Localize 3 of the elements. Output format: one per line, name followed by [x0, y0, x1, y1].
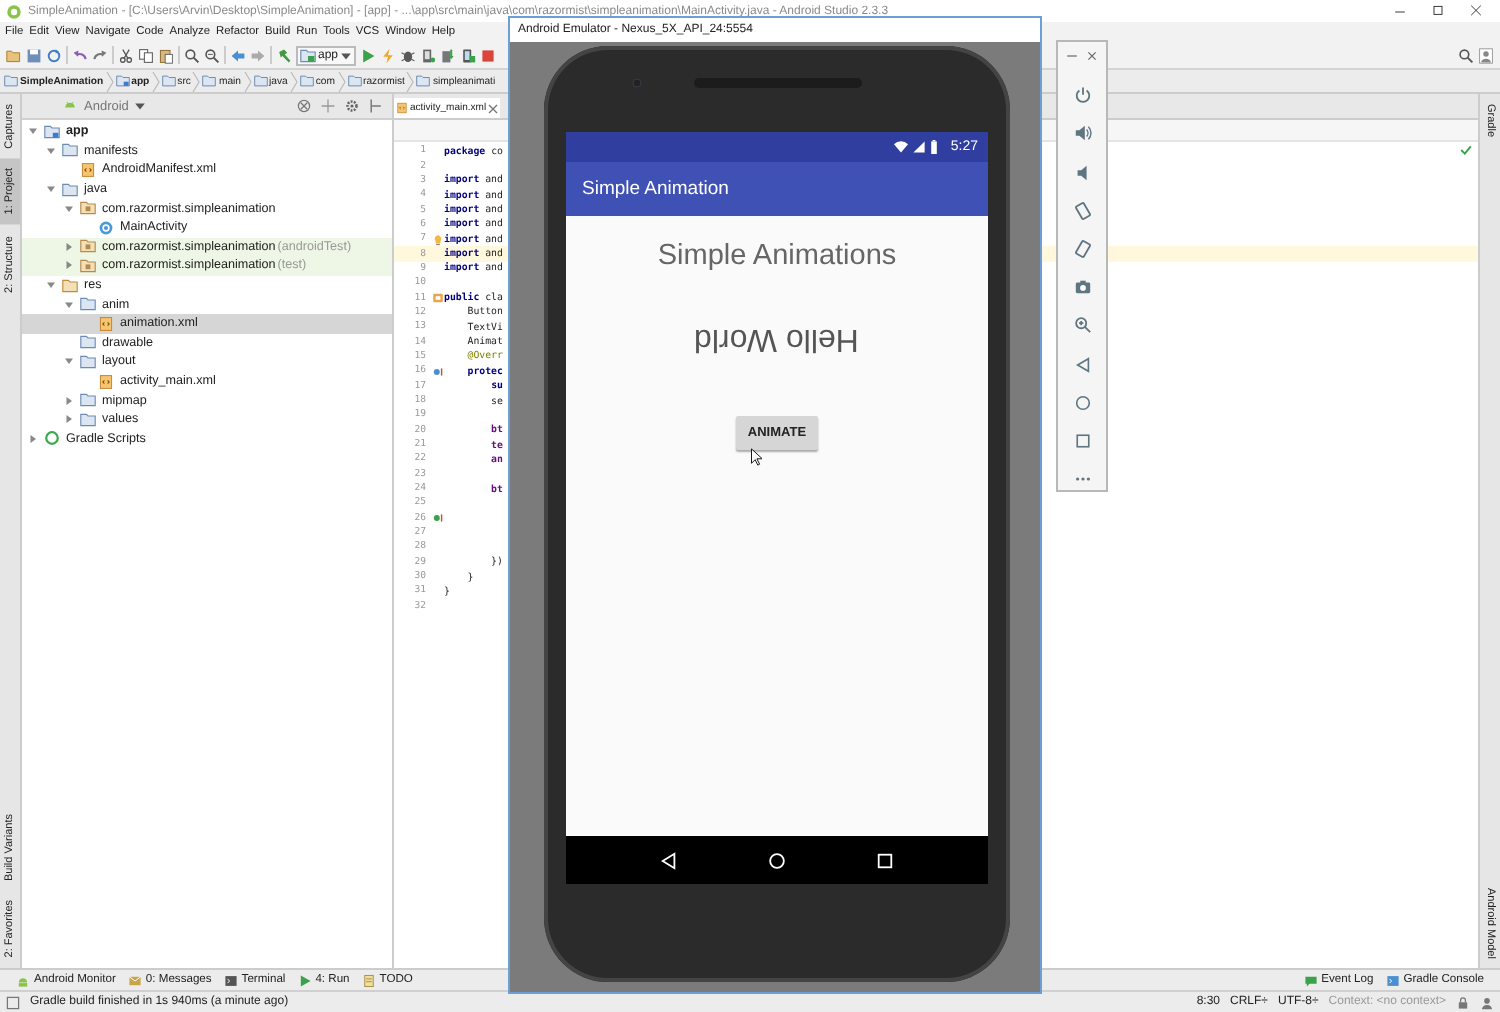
app-title: Simple Animation — [582, 178, 729, 200]
message-text: Hello World — [694, 320, 860, 356]
heading: Simple Animations — [657, 240, 897, 272]
